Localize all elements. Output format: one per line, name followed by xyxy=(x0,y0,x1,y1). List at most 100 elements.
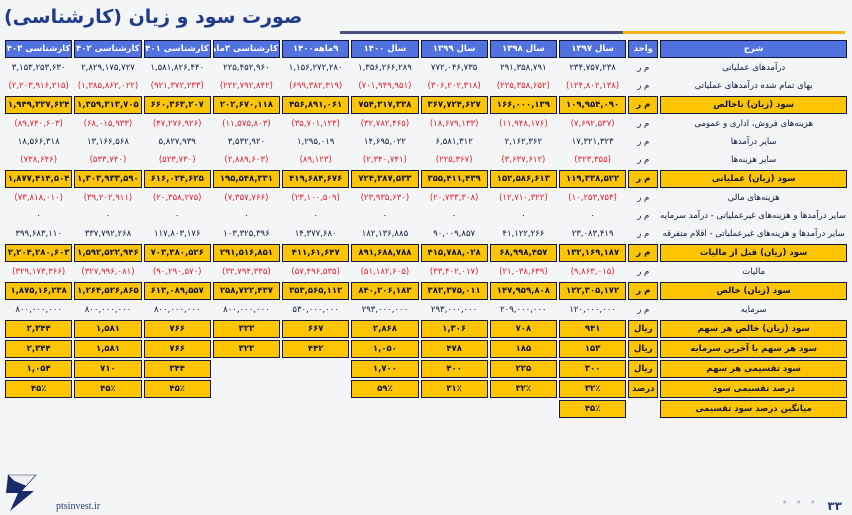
table-row[interactable]: سود تقسیمی هر سهم ریال ۳۰۰ ۲۲۵ ۴۰۰ ۱,۷۰۰ ۳۴۴ ۷۱… xyxy=(5,360,847,378)
column-header-k3_1401[interactable]: کارشناسی ۳ماهه۱۴۰۱ xyxy=(212,40,281,58)
income-statement-table-container: شرح واحد سال ۱۳۹۷ سال ۱۳۹۸ سال ۱۳۹۹ سال ۱۴۰۰ ۹… xyxy=(3,38,849,420)
column-header-m9_1400[interactable]: ۹ماهه۱۴۰۰ xyxy=(282,40,350,58)
data-cell: (۳۹,۲۰۲,۹۱۱) xyxy=(83,192,133,203)
data-cell: ۵۹٪ xyxy=(351,380,419,398)
data-cell: ۴۵٪ xyxy=(558,400,627,418)
data-cell: ۳۶۷,۷۲۴,۶۲۷ xyxy=(420,96,488,114)
row-unit: م ر xyxy=(637,118,650,129)
table-row[interactable]: سود (زیان) خالص م ر ۱۲۲,۳۰۵,۱۷۲ ۱۴۷,۹۵۹,۸۰۸… xyxy=(5,282,847,300)
data-cell: (۳۲۹,۱۷۳,۳۶۶) xyxy=(12,266,66,277)
column-header-y1397[interactable]: سال ۱۳۹۷ xyxy=(558,40,627,58)
row-unit: ریال xyxy=(628,320,659,338)
table-row[interactable]: مالیات م ر (۹,۸۶۳,۰۱۵) (۲۱,۰۳۸,۶۳۹) (۳۳,۴۰۲,… xyxy=(5,264,847,280)
table-row[interactable]: سود (زیان) خالص هر سهم ریال ۹۴۱ ۷۰۸ ۱,۳۰۶ ۲,۸… xyxy=(5,320,847,338)
data-cell: ۷۷۲,۰۴۶,۷۳۵ xyxy=(430,62,478,73)
data-cell: ۱,۵۸۱ xyxy=(74,320,142,338)
data-cell: ۰ xyxy=(105,210,111,221)
row-unit: م ر xyxy=(637,192,650,203)
page-title: صورت سود و زیان (کارشناسی) xyxy=(4,6,303,28)
data-cell: (۴۷,۲۷۶,۹۲۶) xyxy=(152,118,202,129)
footer-dots: • • • xyxy=(781,496,818,509)
table-row[interactable]: میانگین درصد سود تقسیمی ۴۵٪ xyxy=(5,400,847,418)
data-cell: ۰ xyxy=(174,210,180,221)
data-cell: (۱۰,۲۵۳,۷۵۳) xyxy=(568,192,617,203)
column-header-k1401[interactable]: کارشناسی ۱۴۰۱ xyxy=(143,40,211,58)
data-cell xyxy=(213,400,280,418)
data-cell: ۰ xyxy=(521,210,526,221)
table-row[interactable]: سایر درآمدها م ر ۱۷,۳۲۱,۳۲۳ ۲,۱۶۲,۳۶۲ ۶,۵۸۱,… xyxy=(5,134,847,150)
table-row[interactable]: هزینه‌های فروش، اداری و عمومی م ر (۷,۶۹۲,۵… xyxy=(5,116,847,132)
data-cell: ۳۴۴ xyxy=(143,360,211,378)
table-row[interactable]: سود (زیان) عملیاتی م ر ۱۱۹,۳۳۸,۵۲۲ ۱۵۲,۵۸۶,… xyxy=(5,170,847,188)
column-header-desc[interactable]: شرح xyxy=(660,40,847,58)
data-cell: ۱,۳۰۳,۹۳۳,۵۹۰ xyxy=(74,170,142,188)
data-cell: (۶۸,۰۱۵,۹۳۳) xyxy=(83,118,133,129)
data-cell: ۶۸,۹۹۸,۴۵۷ xyxy=(489,244,557,262)
table-row[interactable]: سود (زیان) ناخالص م ر ۱۰۹,۹۵۴,۰۹۰ ۱۶۶,۰۰۰,۱… xyxy=(5,96,847,114)
data-cell: (۲۳,۹۳۵,۶۳۰) xyxy=(360,192,410,203)
data-cell: ۲۰۲,۶۷۰,۱۱۸ xyxy=(212,96,281,114)
table-row[interactable]: درصد تقسیمی سود درصد ۳۲٪ ۳۲٪ ۳۱٪ ۵۹٪ ۴۵٪ ۴۵٪ ۴۵٪ xyxy=(5,380,847,398)
table-row[interactable]: سایر درآمدها و هزینه‌های غیرعملیاتی - در… xyxy=(5,208,847,224)
row-unit: م ر xyxy=(637,210,650,221)
data-cell: (۳۵,۷۰۱,۱۲۳) xyxy=(291,118,340,129)
data-cell xyxy=(351,400,418,418)
data-cell: ۰ xyxy=(451,210,457,221)
data-cell: ۶۶۷ xyxy=(282,320,350,338)
data-cell xyxy=(421,400,488,418)
table-row[interactable]: بهای تمام شده درآمدهای عملیاتی م ر (۱۲۴,۸۰… xyxy=(5,78,847,94)
column-header-y1398[interactable]: سال ۱۳۹۸ xyxy=(489,40,557,58)
data-cell: (۱۱,۹۴۸,۱۷۶) xyxy=(499,118,548,129)
data-cell: (۹۰,۲۹۰,۵۷۰) xyxy=(152,266,202,277)
data-cell xyxy=(5,400,72,418)
column-header-y1399[interactable]: سال ۱۳۹۹ xyxy=(420,40,488,58)
data-cell: ۸۹۱,۶۸۸,۷۸۸ xyxy=(351,244,419,262)
row-unit: م ر xyxy=(637,266,650,277)
data-cell: ۱۴,۳۷۷,۶۸۰ xyxy=(294,228,337,239)
table-row[interactable]: سایر درآمدها و هزینه‌های غیرعملیاتی - اق… xyxy=(5,226,847,242)
column-header-k1403[interactable]: کارشناسی ۱۴۰۳ xyxy=(5,40,73,58)
row-label: هزینه‌های فروش، اداری و عمومی xyxy=(694,118,813,129)
data-cell: ۱۶۶,۰۰۰,۱۳۹ xyxy=(489,96,557,114)
data-cell: (۲,۲۰۳,۹۱۶,۲۱۵) xyxy=(8,80,69,91)
data-cell: ۴۵٪ xyxy=(74,380,142,398)
column-header-k1402[interactable]: کارشناسی ۱۴۰۲ xyxy=(74,40,142,58)
table-row[interactable]: سایر هزینه‌ها م ر (۳۲۳,۳۵۵) (۳,۶۳۷,۶۱۲) (۲۲۵… xyxy=(5,152,847,168)
row-label: هزینه‌های مالی xyxy=(727,192,780,203)
data-cell: (۲۳,۱۰۰,۵۰۹) xyxy=(291,192,340,203)
data-cell: ۱۱۷,۸۰۳,۱۷۶ xyxy=(153,228,201,239)
table-row[interactable]: سود هر سهم با آخرین سرمایه ریال ۱۵۳ ۱۸۵ ۴۷۸ ۱… xyxy=(5,340,847,358)
data-cell: ۱,۲۹۵,۰۱۹ xyxy=(296,136,335,147)
data-cell: ۸۰۰,۰۰۰,۰۰۰ xyxy=(223,304,270,315)
data-cell: ۱,۷۰۰ xyxy=(351,360,419,378)
data-cell: ۱,۳۵۹,۳۱۳,۷۰۵ xyxy=(74,96,142,114)
row-unit: م ر xyxy=(628,244,659,262)
data-cell: ۲۹۳,۰۰۰,۰۰۰ xyxy=(361,304,409,315)
data-cell xyxy=(213,380,280,398)
column-header-unit[interactable]: واحد xyxy=(628,40,659,58)
data-cell: (۹,۸۶۳,۰۱۵) xyxy=(570,266,615,277)
data-cell: ۱,۸۷۷,۴۱۴,۵۰۴ xyxy=(5,170,73,188)
data-cell: ۵۳۰,۰۰۰,۰۰۰ xyxy=(292,304,339,315)
data-cell: ۱,۰۵۴ xyxy=(5,360,73,378)
data-cell: ۹۰,۰۰۹,۸۵۷ xyxy=(433,228,476,239)
table-row[interactable]: سود (زیان) قبل از مالیات م ر ۱۳۲,۱۶۹,۱۸۷ ۶۸… xyxy=(5,244,847,262)
table-row[interactable]: هزینه‌های مالی م ر (۱۰,۲۵۳,۷۵۳) (۱۲,۷۱۰,۳۲۲… xyxy=(5,190,847,206)
data-cell: ۳۲۳ xyxy=(212,320,281,338)
data-cell: ۰ xyxy=(382,210,388,221)
data-cell: ۱۳,۱۶۶,۵۶۸ xyxy=(86,136,129,147)
data-cell xyxy=(490,400,557,418)
data-cell: ۱,۱۵۶,۲۷۲,۲۸۰ xyxy=(288,62,343,73)
data-cell: (۲۲۲,۷۹۲,۸۴۲) xyxy=(219,80,273,91)
data-cell: ۸۰۰,۰۰۰,۰۰۰ xyxy=(15,304,62,315)
data-cell: ۲,۱۶۲,۳۶۲ xyxy=(504,136,543,147)
page-header: صورت سود و زیان (کارشناسی) xyxy=(0,4,844,30)
table-row[interactable]: سرمایه م ر ۱۲۰,۰۰۰,۰۰۰ ۲۰۹,۰۰۰,۰۰۰ ۲۹۳,۰۰۰,۰… xyxy=(5,302,847,318)
column-header-y1400[interactable]: سال ۱۴۰۰ xyxy=(351,40,419,58)
data-cell: (۷,۶۹۲,۵۳۷) xyxy=(570,118,615,129)
table-row[interactable]: درآمدهای عملیاتی م ر ۲۳۴,۷۵۷,۲۳۸ ۲۹۱,۳۵۸,۷۹… xyxy=(5,60,847,76)
row-label: بهای تمام شده درآمدهای عملیاتی xyxy=(694,80,813,91)
data-cell: ۰ xyxy=(590,210,595,221)
data-cell: ۲,۸۶۸ xyxy=(351,320,419,338)
data-cell: (۲۲۵,۳۶۷) xyxy=(435,154,473,165)
